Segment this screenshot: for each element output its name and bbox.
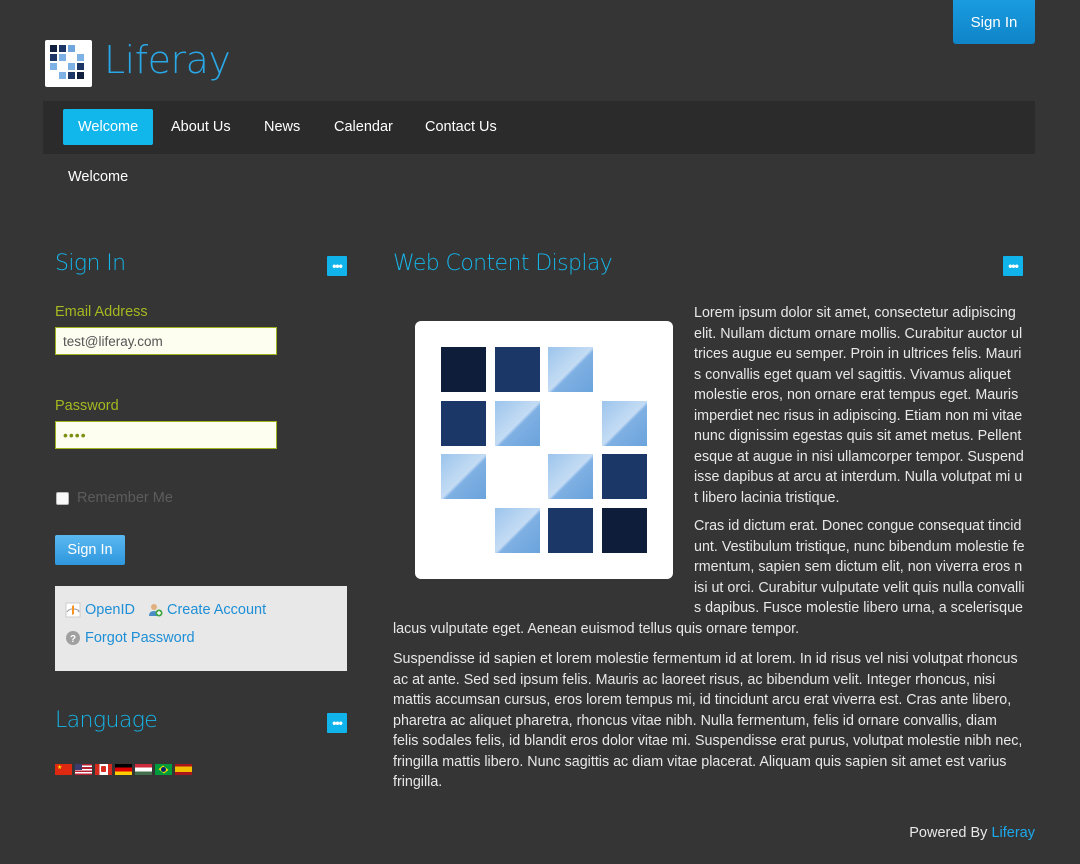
password-field[interactable]: •••• [55, 421, 277, 449]
language-flags: ★ [55, 764, 192, 775]
remember-me-label[interactable]: Remember Me [77, 490, 173, 506]
language-options-icon[interactable]: ••• [327, 713, 347, 733]
openid-link[interactable]: OpenID [65, 602, 135, 618]
web-content-options-icon[interactable]: ••• [1003, 256, 1023, 276]
breadcrumb-welcome[interactable]: Welcome [68, 169, 128, 185]
nav-item-contact-us[interactable]: Contact Us [410, 109, 512, 145]
openid-icon [65, 602, 81, 618]
flag-br-icon[interactable] [155, 764, 172, 775]
flag-ca-icon[interactable] [95, 764, 112, 775]
sign-in-navigation: OpenID Create Account ? Forgot Password [55, 586, 347, 671]
password-label: Password [55, 398, 119, 414]
sign-in-options-icon[interactable]: ••• [327, 256, 347, 276]
content-paragraph-1: Lorem ipsum dolor sit amet, consectetur … [694, 305, 1024, 506]
email-label: Email Address [55, 304, 148, 320]
sign-in-submit-button[interactable]: Sign In [55, 535, 125, 565]
openid-label[interactable]: OpenID [85, 602, 135, 618]
site-name[interactable]: Liferay [104, 38, 231, 82]
nav-item-about-us[interactable]: About Us [156, 109, 246, 145]
language-portlet-title: Language [55, 708, 158, 733]
footer-liferay-link[interactable]: Liferay [991, 825, 1035, 841]
sign-in-portlet-title: Sign In [55, 251, 126, 276]
liferay-logo-icon [50, 45, 84, 79]
forgot-password-label[interactable]: Forgot Password [85, 630, 195, 646]
site-logo[interactable] [45, 40, 92, 87]
flag-es-icon[interactable] [175, 764, 192, 775]
svg-text:?: ? [70, 634, 76, 645]
footer: Powered By Liferay [909, 825, 1035, 841]
create-account-label[interactable]: Create Account [167, 602, 266, 618]
forgot-password-link[interactable]: ? Forgot Password [65, 630, 195, 646]
nav-item-welcome[interactable]: Welcome [63, 109, 154, 145]
web-content-portlet-title: Web Content Display [393, 251, 613, 276]
nav-item-calendar[interactable]: Calendar [319, 109, 408, 145]
add-user-icon [147, 602, 163, 618]
content-paragraph-2: Cras id dictum erat. Donec congue conseq… [393, 516, 1025, 639]
flag-cn-icon[interactable]: ★ [55, 764, 72, 775]
email-field[interactable]: test@liferay.com [55, 327, 277, 355]
flag-us-icon[interactable] [75, 764, 92, 775]
password-value: •••• [63, 427, 87, 443]
main-navigation: Welcome About Us News Calendar Contact U… [43, 101, 1035, 154]
help-icon: ? [65, 630, 81, 646]
remember-me-checkbox[interactable] [56, 491, 69, 505]
footer-powered-by: Powered By [909, 825, 988, 841]
remember-me: Remember Me [56, 490, 173, 506]
flag-de-icon[interactable] [115, 764, 132, 775]
content-paragraph-3: Suspendisse id sapien et lorem molestie … [393, 651, 1023, 790]
create-account-link[interactable]: Create Account [147, 602, 266, 618]
sign-in-button-top[interactable]: Sign In [953, 0, 1035, 44]
nav-item-news[interactable]: News [249, 109, 315, 145]
flag-hu-icon[interactable] [135, 764, 152, 775]
